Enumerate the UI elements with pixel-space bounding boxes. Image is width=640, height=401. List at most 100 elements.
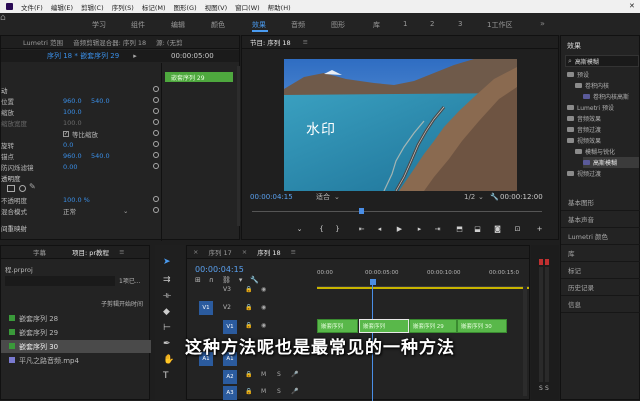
go-to-in-icon[interactable]: ⇤ (358, 226, 365, 233)
menu-clip[interactable]: 剪辑(C) (81, 2, 104, 12)
project-item[interactable]: 嵌套序列 29 (1, 326, 151, 339)
search-input[interactable]: 高斯模糊 (575, 57, 599, 66)
lock-icon[interactable]: 🔒 (245, 388, 252, 395)
type-tool-icon[interactable]: T (163, 371, 169, 381)
reset-icon[interactable] (153, 152, 159, 158)
work-area-bar[interactable] (317, 287, 529, 289)
reset-icon[interactable] (153, 163, 159, 169)
program-video-frame[interactable]: 水印 (284, 59, 517, 191)
more-icon[interactable]: » (540, 20, 548, 28)
eye-icon[interactable]: ◉ (261, 286, 266, 293)
close-icon[interactable]: ✕ (629, 3, 636, 10)
lift-icon[interactable]: ⬒ (456, 226, 463, 233)
ws-color[interactable]: 颜色 (211, 20, 225, 30)
tab-project[interactable]: 项目: pr教程 (72, 247, 109, 257)
panel-lumetri-color[interactable]: Lumetri 颜色 (561, 228, 640, 245)
tree-item[interactable]: 预设 (567, 69, 589, 80)
wrench-icon[interactable]: 🔧 (490, 193, 500, 201)
timeline-timecode[interactable]: 00:00:04:15 (195, 265, 244, 274)
solo-icon[interactable]: S (277, 371, 281, 378)
ws-1[interactable]: 1 (403, 20, 407, 28)
menu-icon[interactable]: ≡ (303, 38, 308, 46)
effects-search[interactable]: ⌕ 高斯模糊 (565, 55, 639, 67)
tab-source[interactable]: 源: (无剪 (156, 37, 182, 47)
panel-libraries[interactable]: 库 (561, 245, 640, 262)
chevron-down-icon[interactable]: ⌄ (478, 193, 490, 201)
reset-icon[interactable] (153, 141, 159, 147)
reset-icon[interactable] (153, 86, 159, 92)
ripple-edit-icon[interactable]: ⟛ (163, 291, 171, 301)
project-item-selected[interactable]: 嵌套序列 30 (1, 340, 151, 353)
ec-value[interactable]: 100.0 (63, 108, 82, 116)
ec-value[interactable]: 960.0 (63, 152, 91, 160)
ws-effects[interactable]: 效果 (252, 20, 266, 30)
program-title[interactable]: 节目: 序列 18 (250, 37, 291, 47)
panel-info[interactable]: 信息 (561, 296, 640, 313)
in-point-icon[interactable]: { (318, 226, 325, 233)
project-item[interactable]: 平凡之路音频.mp4 (1, 354, 151, 367)
settings-icon[interactable]: 🔧 (250, 276, 259, 286)
project-item[interactable]: 嵌套序列 28 (1, 312, 151, 325)
ec-value[interactable]: 960.0 (63, 97, 91, 105)
tree-item[interactable]: 模糊与锐化 (575, 146, 615, 157)
blend-mode-select[interactable]: 正常 (63, 206, 123, 216)
project-search[interactable] (5, 276, 115, 286)
track-target-v1[interactable]: V1 (199, 301, 213, 315)
track-select-icon[interactable]: ⇉ (163, 275, 171, 285)
reset-icon[interactable] (153, 130, 159, 136)
clip-path-label[interactable]: 序列 18 * 嵌套序列 29 (47, 51, 119, 61)
tree-item[interactable]: 视频效果 (567, 135, 601, 146)
home-icon[interactable]: ⌂ (0, 13, 6, 35)
tab-audio-mixer[interactable]: 音频剪辑混合器: 序列 18 (73, 37, 146, 47)
solo-label[interactable]: S (539, 385, 543, 392)
menu-help[interactable]: 帮助(H) (268, 2, 291, 12)
lock-icon[interactable]: 🔒 (245, 304, 252, 311)
reset-icon[interactable] (153, 97, 159, 103)
watermark-text[interactable]: 水印 (306, 119, 336, 139)
ws-audio[interactable]: 音频 (291, 20, 305, 30)
panel-essential-sound[interactable]: 基本声音 (561, 211, 640, 228)
tree-item[interactable]: 卷积内核 (575, 80, 609, 91)
nest-icon[interactable]: ⊞ (195, 276, 201, 286)
camera-icon[interactable]: ◙ (494, 226, 501, 233)
ec-value[interactable]: 0.00 (63, 163, 77, 171)
step-forward-icon[interactable]: ▸ (416, 226, 423, 233)
slip-icon[interactable]: ⊢ (163, 323, 171, 333)
timeline-clip[interactable]: 嵌套序列 30 (457, 319, 507, 333)
mute-icon[interactable]: M (261, 388, 266, 395)
expand-icon[interactable]: ▸ (133, 52, 137, 60)
tab-captions[interactable]: 字幕 (33, 247, 46, 257)
ws-custom[interactable]: 1工作区 (487, 20, 512, 30)
menu-icon[interactable]: ≡ (119, 248, 124, 256)
mute-icon[interactable]: M (261, 371, 266, 378)
chevron-down-icon[interactable]: ⌄ (334, 193, 464, 201)
pen-mask-icon[interactable]: ✎ (29, 183, 37, 191)
menu-file[interactable]: 文件(F) (21, 2, 43, 12)
out-point-icon[interactable]: } (334, 226, 341, 233)
eye-icon[interactable]: ◉ (261, 322, 266, 329)
reset-icon[interactable] (153, 207, 159, 213)
button-editor-icon[interactable]: ⊡ (514, 226, 521, 233)
menu-window[interactable]: 窗口(W) (235, 2, 260, 12)
tree-item[interactable]: 视频过渡 (567, 168, 601, 179)
tree-item[interactable]: 卷积内核高斯 (583, 91, 629, 102)
menu-view[interactable]: 视图(V) (205, 2, 228, 12)
rectangle-mask-icon[interactable] (7, 185, 15, 192)
close-icon[interactable]: × (242, 248, 247, 256)
ws-3[interactable]: 3 (458, 20, 462, 28)
checkbox[interactable]: ✓ (63, 130, 69, 137)
step-back-icon[interactable]: ◂ (376, 226, 383, 233)
reset-icon[interactable] (153, 108, 159, 114)
mic-icon[interactable]: 🎤 (291, 371, 298, 378)
tree-item[interactable]: 音频效果 (567, 113, 601, 124)
ec-value[interactable]: 540.0 (91, 97, 110, 105)
ws-libraries[interactable]: 库 (373, 20, 380, 30)
eye-icon[interactable]: ◉ (261, 304, 266, 311)
ws-graphics[interactable]: 图形 (331, 20, 345, 30)
menu-edit[interactable]: 编辑(E) (51, 2, 73, 12)
panel-markers[interactable]: 标记 (561, 262, 640, 279)
tree-item[interactable]: Lumetri 预设 (567, 102, 614, 113)
extract-icon[interactable]: ⬓ (474, 226, 481, 233)
linked-icon[interactable]: ⛓ (222, 276, 231, 286)
razor-icon[interactable]: ◆ (163, 307, 170, 317)
